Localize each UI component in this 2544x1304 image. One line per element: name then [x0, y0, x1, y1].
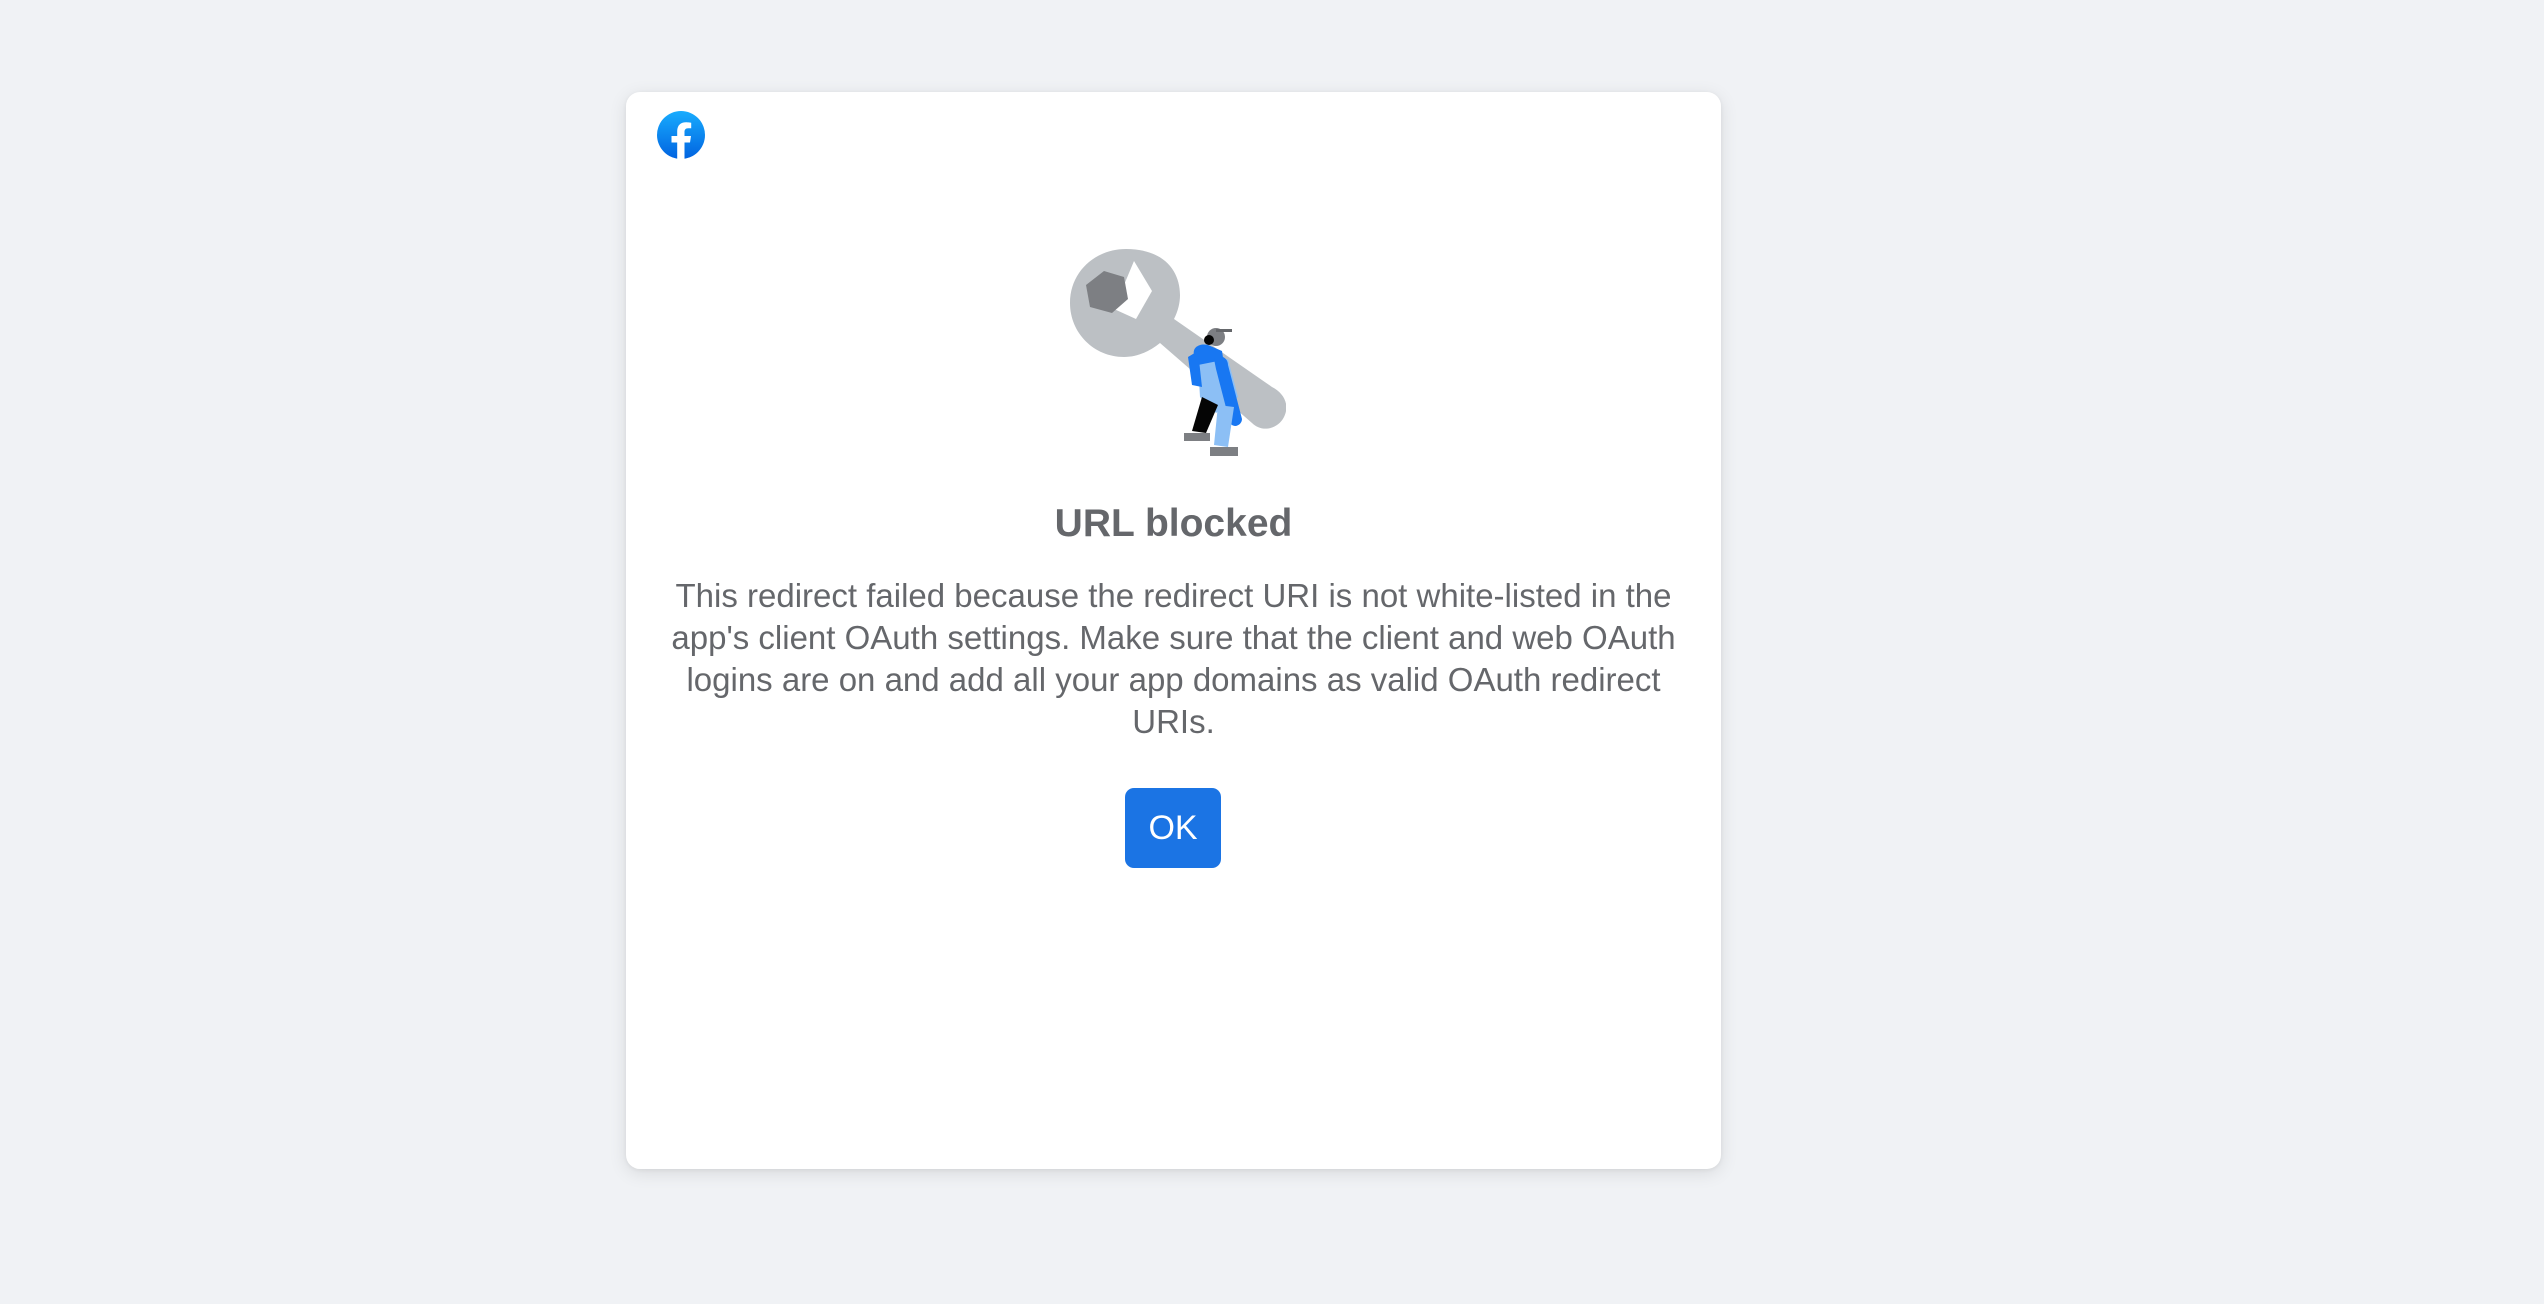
url-blocked-dialog: URL blocked This redirect failed because…	[626, 92, 1721, 1169]
ok-button[interactable]: OK	[1125, 788, 1221, 868]
facebook-logo-icon	[656, 110, 706, 160]
dialog-message: This redirect failed because the redirec…	[671, 577, 1676, 740]
wrench-maintenance-illustration	[1066, 247, 1287, 462]
dialog-title: URL blocked	[1054, 502, 1293, 545]
